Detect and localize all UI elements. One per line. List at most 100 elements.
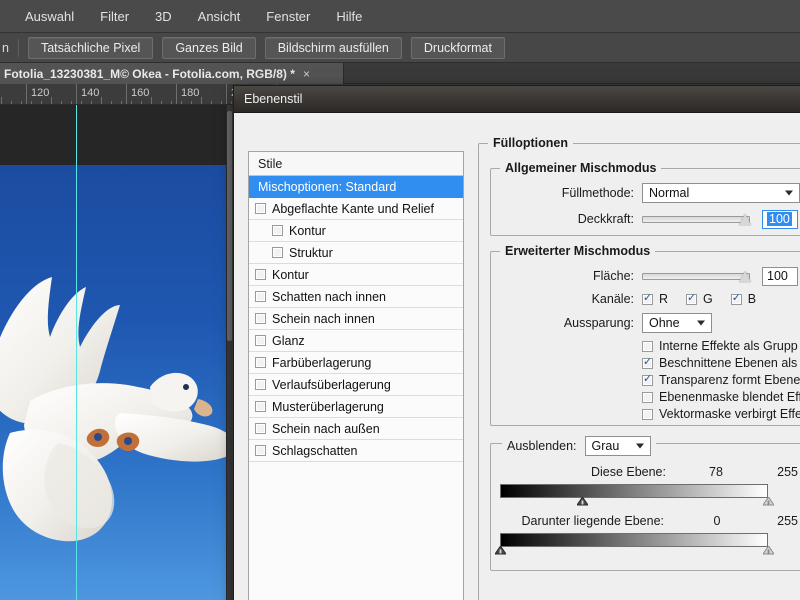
fill-screen-button[interactable]: Bildschirm ausfüllen — [264, 36, 402, 59]
knockout-select[interactable]: Ohne — [642, 313, 712, 333]
close-icon[interactable]: × — [303, 67, 310, 81]
style-list-item-label: Farbüberlagerung — [272, 355, 372, 370]
advanced-blending-checkbox[interactable] — [642, 355, 653, 369]
style-enable-checkbox[interactable] — [255, 357, 266, 368]
document-tab-label: Fotolia_13230381_M© Okea - Fotolia.com, … — [4, 66, 295, 81]
fit-screen-button[interactable]: Ganzes Bild — [162, 36, 256, 59]
style-enable-checkbox[interactable] — [255, 401, 266, 412]
underlying-layer-min-value: 0 — [713, 514, 721, 528]
advanced-blending-checkbox-row[interactable]: Beschnittene Ebenen als — [642, 355, 800, 370]
fill-opacity-slider[interactable] — [642, 270, 751, 282]
style-enable-checkbox[interactable] — [272, 247, 283, 258]
print-size-button[interactable]: Druckformat — [410, 36, 505, 59]
vertical-guide[interactable] — [76, 105, 77, 600]
style-list-item[interactable]: Musterüberlagerung — [249, 396, 463, 418]
style-list-item[interactable]: Schatten nach innen — [249, 286, 463, 308]
ruler-major-tick — [226, 84, 227, 104]
options-bar-divider — [17, 38, 19, 57]
this-layer-labels: Diese Ebene: 78 255 — [498, 465, 798, 479]
menu-item-auswahl[interactable]: Auswahl — [12, 6, 87, 27]
style-list-item[interactable]: Farbüberlagerung — [249, 352, 463, 374]
menu-item-filter[interactable]: Filter — [87, 6, 142, 27]
style-enable-checkbox[interactable] — [255, 423, 266, 434]
style-list-item-label: Abgeflachte Kante und Relief — [272, 201, 434, 216]
style-enable-checkbox[interactable] — [255, 203, 266, 214]
menu-item-3d[interactable]: 3D — [142, 6, 185, 27]
ruler-label: 140 — [81, 87, 100, 99]
style-list-item[interactable]: Kontur — [249, 264, 463, 286]
advanced-blending-checkbox-label: Interne Effekte als Grupp — [659, 339, 798, 353]
opacity-input[interactable]: 100 — [762, 209, 798, 229]
advanced-blending-checkbox-row[interactable]: Transparenz formt Ebene — [642, 372, 800, 387]
style-enable-checkbox[interactable] — [255, 313, 266, 324]
actual-pixels-button[interactable]: Tatsächliche Pixel — [27, 36, 154, 59]
advanced-blending-checkbox[interactable] — [642, 391, 653, 403]
style-enable-checkbox[interactable] — [255, 269, 266, 280]
this-layer-gradient[interactable] — [500, 484, 774, 506]
advanced-blending-checkbox-row[interactable]: Ebenenmaske blendet Eff — [642, 390, 800, 404]
fill-opacity-input[interactable]: 100 — [762, 266, 798, 286]
dove-image — [0, 165, 226, 600]
menu-item-fenster[interactable]: Fenster — [253, 6, 323, 27]
knockout-row: Aussparung: Ohne — [490, 312, 800, 334]
dialog-body: Stile Mischoptionen: Standard Abgeflachte… — [234, 113, 800, 600]
style-enable-checkbox[interactable] — [255, 335, 266, 346]
blend-mode-select[interactable]: Normal — [642, 183, 800, 203]
style-list-item[interactable]: Verlaufsüberlagerung — [249, 374, 463, 396]
style-list-item[interactable]: Schein nach innen — [249, 308, 463, 330]
this-layer-black-handle[interactable] — [576, 497, 588, 508]
fill-opacity-row: Fläche: 100 — [490, 265, 800, 287]
opacity-slider[interactable] — [642, 213, 751, 225]
underlying-layer-black-handle[interactable] — [494, 546, 506, 557]
ruler-major-tick — [126, 84, 127, 104]
style-list-item-label: Schein nach außen — [272, 421, 380, 436]
style-list-item[interactable]: Schlagschatten — [249, 440, 463, 462]
fill-opacity-label: Fläche: — [593, 269, 634, 283]
style-list-item-label: Struktur — [289, 245, 333, 260]
style-list-item[interactable]: Struktur — [249, 242, 463, 264]
style-list-item-label: Mischoptionen: Standard — [258, 179, 397, 194]
channels-label: Kanäle: — [591, 292, 634, 306]
advanced-blending-checkbox-row[interactable]: Vektormaske verbirgt Effe — [642, 407, 800, 421]
channel-b-checkbox[interactable] — [730, 291, 742, 305]
channel-g-label: G — [703, 292, 713, 306]
underlying-layer-gradient[interactable] — [494, 533, 774, 555]
menu-item-hilfe[interactable]: Hilfe — [323, 6, 375, 27]
canvas-area[interactable] — [0, 105, 233, 600]
style-enable-checkbox[interactable] — [255, 445, 266, 456]
advanced-blending-checkbox[interactable] — [642, 408, 653, 420]
options-bar-leading-text: n — [2, 40, 9, 55]
blend-if-row: Ausblenden: Grau — [502, 435, 656, 457]
document-tab[interactable]: Fotolia_13230381_M© Okea - Fotolia.com, … — [0, 63, 344, 84]
options-bar: n Tatsächliche Pixel Ganzes Bild Bildsch… — [0, 33, 800, 63]
channel-g-checkbox[interactable] — [686, 291, 698, 305]
fill-options-pane: Fülloptionen Allgemeiner Mischmodus Füll… — [478, 131, 800, 600]
style-enable-checkbox[interactable] — [255, 379, 266, 390]
advanced-blending-checkbox-row[interactable]: Interne Effekte als Grupp — [642, 339, 800, 353]
style-list-item[interactable]: Schein nach außen — [249, 418, 463, 440]
channel-r-checkbox[interactable] — [642, 291, 653, 305]
blend-mode-label: Füllmethode: — [561, 186, 634, 200]
advanced-blending-checkbox[interactable] — [642, 340, 653, 352]
blend-if-group — [490, 443, 800, 571]
this-layer-min-value: 78 — [709, 465, 723, 479]
document-image[interactable] — [0, 165, 226, 600]
advanced-blending-checkbox[interactable] — [642, 372, 653, 386]
style-enable-checkbox[interactable] — [255, 291, 266, 302]
style-list-item[interactable]: Glanz — [249, 330, 463, 352]
menu-item-ansicht[interactable]: Ansicht — [185, 6, 254, 27]
blend-if-label: Ausblenden: — [507, 439, 577, 453]
vertical-scrollbar-thumb[interactable] — [227, 111, 232, 341]
menu-bar: Auswahl Filter 3D Ansicht Fenster Hilfe — [0, 0, 800, 33]
dialog-title-bar[interactable]: Ebenenstil — [234, 86, 800, 113]
this-layer-white-handle[interactable] — [762, 497, 774, 508]
styles-list[interactable]: Stile Mischoptionen: Standard Abgeflachte… — [248, 151, 464, 600]
style-enable-checkbox[interactable] — [272, 225, 283, 236]
blend-mode-value: Normal — [649, 186, 690, 200]
blend-if-channel-select[interactable]: Grau — [584, 436, 651, 456]
style-list-item[interactable]: Mischoptionen: Standard — [249, 176, 463, 198]
underlying-layer-white-handle[interactable] — [762, 546, 774, 557]
style-list-item[interactable]: Kontur — [249, 220, 463, 242]
underlying-layer-labels: Darunter liegende Ebene: 0 255 — [488, 514, 798, 528]
style-list-item[interactable]: Abgeflachte Kante und Relief — [249, 198, 463, 220]
